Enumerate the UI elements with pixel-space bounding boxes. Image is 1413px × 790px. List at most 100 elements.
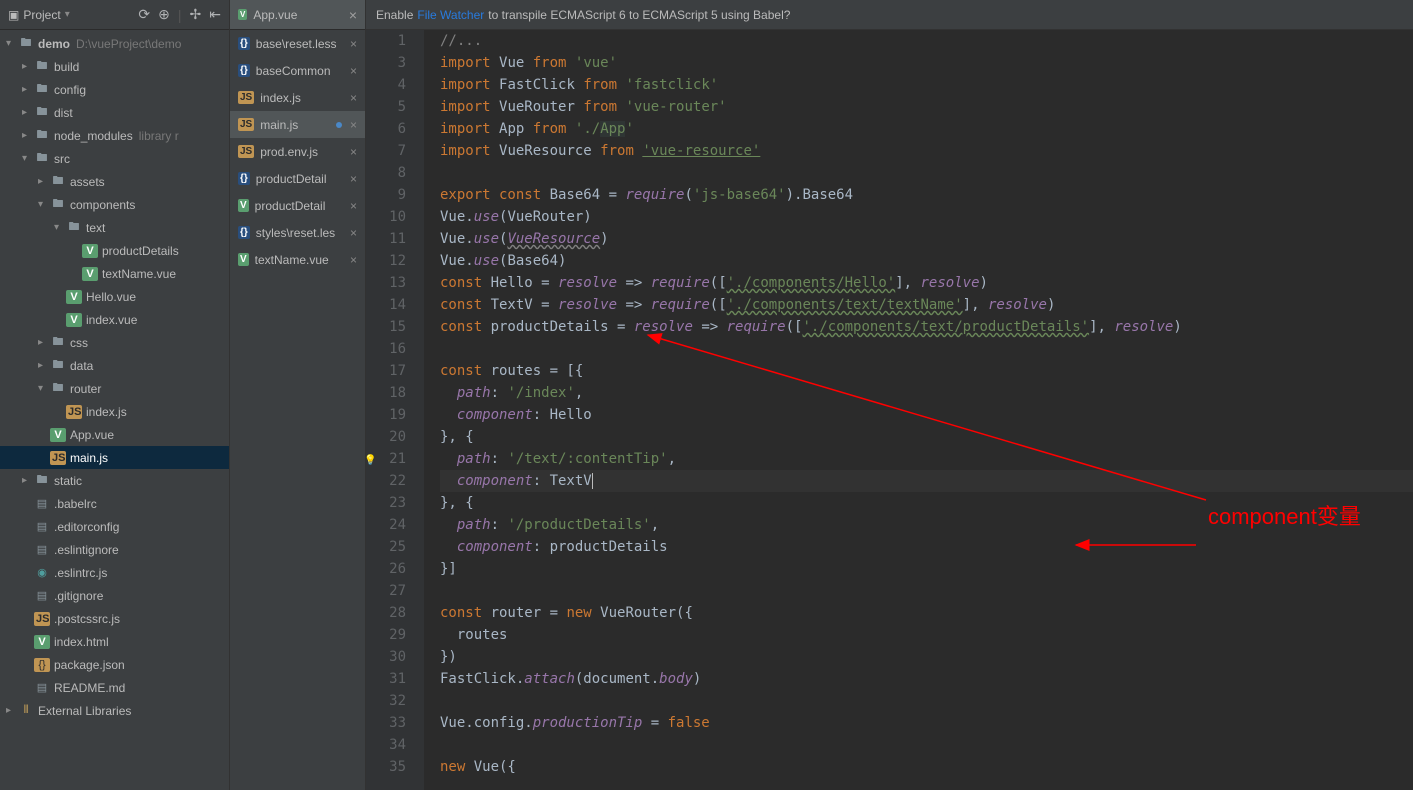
code-line[interactable]: component: Hello [440, 404, 1413, 426]
expand-arrow-icon[interactable]: ▾ [22, 153, 34, 164]
tree-item[interactable]: ▸🖿static [0, 469, 229, 492]
line-number[interactable]: 32 [366, 690, 406, 712]
line-number[interactable]: 28 [366, 602, 406, 624]
tree-item[interactable]: ▤README.md [0, 676, 229, 699]
line-number[interactable]: 33 [366, 712, 406, 734]
code-line[interactable]: FastClick.attach(document.body) [440, 668, 1413, 690]
editor-tab[interactable]: {}styles\reset.les× [230, 219, 365, 246]
code-line[interactable]: }) [440, 646, 1413, 668]
code-line[interactable]: //... [440, 30, 1413, 52]
tree-item[interactable]: ▤.babelrc [0, 492, 229, 515]
code-line[interactable]: new Vue({ [440, 756, 1413, 778]
tree-item[interactable]: ▾🖿demoD:\vueProject\demo [0, 32, 229, 55]
code-line[interactable] [440, 162, 1413, 184]
line-number[interactable]: 10 [366, 206, 406, 228]
close-icon[interactable]: × [350, 91, 357, 105]
line-number[interactable]: 29 [366, 624, 406, 646]
line-number[interactable]: 8 [366, 162, 406, 184]
expand-arrow-icon[interactable]: ▾ [38, 383, 50, 394]
tree-item[interactable]: {}package.json [0, 653, 229, 676]
tree-item[interactable]: Vindex.html [0, 630, 229, 653]
file-watcher-link[interactable]: File Watcher [417, 8, 484, 22]
tree-item[interactable]: ▤.editorconfig [0, 515, 229, 538]
code-line[interactable]: }, { [440, 426, 1413, 448]
editor-tab[interactable]: {}base\reset.less× [230, 30, 365, 57]
line-number[interactable]: 21 [366, 448, 406, 470]
tree-item[interactable]: ▾🖿src [0, 147, 229, 170]
code-line[interactable]: export const Base64 = require('js-base64… [440, 184, 1413, 206]
tree-item[interactable]: ◉.eslintrc.js [0, 561, 229, 584]
line-number[interactable]: 6 [366, 118, 406, 140]
close-icon[interactable]: × [350, 199, 357, 213]
line-number[interactable]: 30 [366, 646, 406, 668]
code-line[interactable]: const router = new VueRouter({ [440, 602, 1413, 624]
editor-tab[interactable]: {}baseCommon× [230, 57, 365, 84]
code-line[interactable]: const TextV = resolve => require(['./com… [440, 294, 1413, 316]
tree-item[interactable]: ▤.eslintignore [0, 538, 229, 561]
line-number[interactable]: 15 [366, 316, 406, 338]
close-icon[interactable]: × [350, 172, 357, 186]
code-line[interactable]: component: productDetails [440, 536, 1413, 558]
tree-item[interactable]: ▾🖿router [0, 377, 229, 400]
line-number[interactable]: 19 [366, 404, 406, 426]
line-number[interactable]: 13 [366, 272, 406, 294]
code-line[interactable]: routes [440, 624, 1413, 646]
code-line[interactable]: component: TextV [440, 470, 1413, 492]
line-number[interactable]: 35 [366, 756, 406, 778]
line-number[interactable]: 31 [366, 668, 406, 690]
tree-item[interactable]: JS.postcssrc.js [0, 607, 229, 630]
editor-tab[interactable]: JSmain.js× [230, 111, 365, 138]
line-number[interactable]: 17 [366, 360, 406, 382]
code-line[interactable]: }] [440, 558, 1413, 580]
line-number[interactable]: 14 [366, 294, 406, 316]
gutter[interactable]: 1345678910111213141516171819202122232425… [366, 30, 424, 790]
line-number[interactable]: 20 [366, 426, 406, 448]
expand-arrow-icon[interactable]: ▸ [38, 176, 50, 187]
code-line[interactable]: import FastClick from 'fastclick' [440, 74, 1413, 96]
tree-item[interactable]: ▸🖿assets [0, 170, 229, 193]
tree-item[interactable]: ▸🖿css [0, 331, 229, 354]
expand-arrow-icon[interactable]: ▾ [38, 199, 50, 210]
line-number[interactable]: 24 [366, 514, 406, 536]
tree-item[interactable]: Vindex.vue [0, 308, 229, 331]
code-line[interactable]: Vue.use(VueRouter) [440, 206, 1413, 228]
close-icon[interactable]: × [350, 226, 357, 240]
tree-item[interactable]: VHello.vue [0, 285, 229, 308]
tree-item[interactable]: JSmain.js [0, 446, 229, 469]
expand-arrow-icon[interactable]: ▸ [38, 337, 50, 348]
close-icon[interactable]: × [350, 64, 357, 78]
code-line[interactable] [440, 734, 1413, 756]
editor-tab[interactable]: JSprod.env.js× [230, 138, 365, 165]
editor-tab[interactable]: JSindex.js× [230, 84, 365, 111]
code-line[interactable]: path: '/text/:contentTip', [440, 448, 1413, 470]
editor-tab[interactable]: VproductDetail× [230, 192, 365, 219]
collapse-icon[interactable]: ⇤ [209, 6, 221, 23]
expand-arrow-icon[interactable]: ▸ [22, 61, 34, 72]
code-line[interactable]: import VueResource from 'vue-resource' [440, 140, 1413, 162]
tree-item[interactable]: ▸🖿dist [0, 101, 229, 124]
line-number[interactable]: 11 [366, 228, 406, 250]
expand-arrow-icon[interactable]: ▸ [22, 107, 34, 118]
tree-item[interactable]: VproductDetails [0, 239, 229, 262]
editor-tab[interactable]: {}productDetail× [230, 165, 365, 192]
code-line[interactable]: Vue.config.productionTip = false [440, 712, 1413, 734]
line-number[interactable]: 18 [366, 382, 406, 404]
tree-item[interactable]: ▸⫴External Libraries [0, 699, 229, 722]
code-area[interactable]: //...import Vue from 'vue'import FastCli… [424, 30, 1413, 790]
expand-arrow-icon[interactable]: ▸ [22, 84, 34, 95]
tree-item[interactable]: ▤.gitignore [0, 584, 229, 607]
line-number[interactable]: 26 [366, 558, 406, 580]
tab-top[interactable]: V App.vue × [230, 0, 365, 30]
tree-item[interactable]: ▸🖿build [0, 55, 229, 78]
editor-tab[interactable]: VtextName.vue× [230, 246, 365, 273]
tree-item[interactable]: ▾🖿components [0, 193, 229, 216]
expand-arrow-icon[interactable]: ▾ [54, 222, 66, 233]
dropdown-icon[interactable]: ▾ [65, 9, 70, 20]
tree-item[interactable]: ▸🖿data [0, 354, 229, 377]
editor-body[interactable]: 1345678910111213141516171819202122232425… [366, 30, 1413, 790]
tree-item[interactable]: VApp.vue [0, 423, 229, 446]
line-number[interactable]: 16 [366, 338, 406, 360]
close-icon[interactable]: × [350, 145, 357, 159]
line-number[interactable]: 23 [366, 492, 406, 514]
line-number[interactable]: 9 [366, 184, 406, 206]
